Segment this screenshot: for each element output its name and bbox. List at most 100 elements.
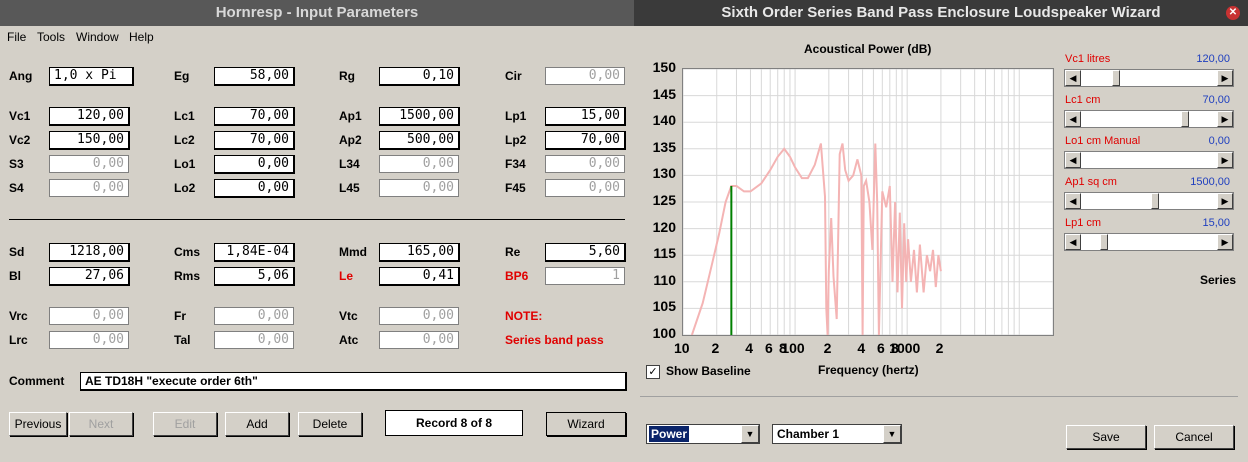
scroll-left-icon[interactable]: ◀ (1065, 152, 1081, 168)
menu-window[interactable]: Window (76, 30, 119, 44)
input-parameters-window: Hornresp - Input Parameters File Tools W… (0, 0, 634, 462)
delete-button[interactable]: Delete (298, 412, 362, 436)
tal-field: 0,00 (214, 331, 294, 349)
show-baseline-checkbox[interactable]: ✓ (646, 365, 660, 379)
x-tick-label: 4 (857, 340, 866, 356)
save-button[interactable]: Save (1066, 425, 1146, 449)
scroll-right-icon[interactable]: ▶ (1217, 193, 1233, 209)
chamber-select[interactable]: Chamber 1 ▼ (772, 424, 902, 444)
menu-help[interactable]: Help (129, 30, 154, 44)
vc1-field[interactable]: 120,00 (49, 107, 130, 126)
eg-field[interactable]: 58,00 (214, 67, 295, 86)
label-s4: S4 (9, 181, 24, 195)
x-tick-label: 2 (823, 340, 832, 356)
bp6-field: 1 (545, 267, 625, 285)
y-tick-label: 115 (653, 245, 676, 262)
ap1-field[interactable]: 1500,00 (379, 107, 460, 126)
f45-field: 0,00 (545, 179, 625, 197)
x-tick-label: 4 (745, 340, 754, 356)
label-lo2: Lo2 (174, 181, 196, 195)
cancel-button[interactable]: Cancel (1154, 425, 1234, 449)
output-type-select[interactable]: Power ▼ (646, 424, 760, 444)
lrc-field: 0,00 (49, 331, 129, 349)
slider-ap1[interactable]: ◀ ▶ (1064, 192, 1234, 210)
wizard-button[interactable]: Wizard (546, 412, 626, 436)
bl-field[interactable]: 27,06 (49, 267, 130, 286)
label-mmd: Mmd (339, 245, 367, 259)
label-lc1: Lc1 (174, 109, 195, 123)
next-button[interactable]: Next (69, 412, 133, 436)
slider-thumb[interactable] (1151, 193, 1160, 209)
label-ang: Ang (9, 69, 33, 83)
x-tick-label: 2 (935, 340, 944, 356)
lo1-field[interactable]: 0,00 (214, 155, 295, 174)
scroll-right-icon[interactable]: ▶ (1217, 111, 1233, 127)
lp2-field[interactable]: 70,00 (545, 131, 626, 150)
slider-lo1[interactable]: ◀ ▶ (1064, 151, 1234, 169)
re-field[interactable]: 5,60 (545, 243, 626, 262)
y-tick-label: 135 (652, 138, 676, 155)
menu-tools[interactable]: Tools (37, 30, 65, 44)
vc2-field[interactable]: 150,00 (49, 131, 130, 150)
window-title: Hornresp - Input Parameters (0, 0, 634, 26)
x-tick-label: 6 (877, 340, 885, 356)
label-l45: L45 (339, 181, 360, 195)
y-tick-label: 140 (652, 112, 676, 129)
slider-thumb[interactable] (1111, 70, 1120, 86)
rg-field[interactable]: 0,10 (379, 67, 460, 86)
slider-lp1[interactable]: ◀ ▶ (1064, 233, 1234, 251)
mmd-field[interactable]: 165,00 (379, 243, 460, 262)
y-tick-label: 130 (652, 165, 676, 182)
record-indicator: Record 8 of 8 (385, 410, 523, 436)
s3-field: 0,00 (49, 155, 129, 173)
plot-area (682, 68, 1054, 336)
previous-button[interactable]: Previous (9, 412, 67, 436)
edit-button[interactable]: Edit (153, 412, 217, 436)
x-tick-label: 100 (781, 340, 805, 356)
cms-field[interactable]: 1,84E-04 (214, 243, 295, 262)
slider-lo1-value: 0,00 (1208, 135, 1230, 147)
slider-thumb[interactable] (1100, 234, 1109, 250)
scroll-left-icon[interactable]: ◀ (1065, 111, 1081, 127)
note-label: NOTE: (505, 309, 543, 323)
chevron-down-icon[interactable]: ▼ (883, 425, 901, 443)
lc1-field[interactable]: 70,00 (214, 107, 295, 126)
sd-field[interactable]: 1218,00 (49, 243, 130, 262)
ang-field[interactable]: 1,0 x Pi (49, 67, 134, 86)
label-cir: Cir (505, 69, 522, 83)
label-sd: Sd (9, 245, 25, 259)
rms-field[interactable]: 5,06 (214, 267, 295, 286)
label-vc2: Vc2 (9, 133, 31, 147)
l34-field: 0,00 (379, 155, 459, 173)
chamber-value: Chamber 1 (777, 427, 840, 441)
wizard-title: Sixth Order Series Band Pass Enclosure L… (634, 0, 1248, 26)
lc2-field[interactable]: 70,00 (214, 131, 295, 150)
scroll-right-icon[interactable]: ▶ (1217, 152, 1233, 168)
comment-field[interactable]: AE TD18H "execute order 6th" (80, 372, 627, 391)
add-button[interactable]: Add (225, 412, 289, 436)
output-type-value: Power (649, 426, 690, 442)
scroll-left-icon[interactable]: ◀ (1065, 193, 1081, 209)
y-tick-label: 110 (653, 271, 676, 288)
scroll-left-icon[interactable]: ◀ (1065, 70, 1081, 86)
y-tick-label: 125 (652, 192, 676, 208)
scroll-left-icon[interactable]: ◀ (1065, 234, 1081, 250)
y-tick-label: 120 (652, 218, 676, 235)
f34-field: 0,00 (545, 155, 625, 173)
menu-file[interactable]: File (7, 30, 26, 44)
ap2-field[interactable]: 500,00 (379, 131, 460, 150)
label-vc1: Vc1 (9, 109, 31, 123)
label-vtc: Vtc (339, 309, 358, 323)
scroll-right-icon[interactable]: ▶ (1217, 70, 1233, 86)
slider-lc1[interactable]: ◀ ▶ (1064, 110, 1234, 128)
x-tick-label: 2 (711, 340, 720, 356)
lp1-field[interactable]: 15,00 (545, 107, 626, 126)
scroll-right-icon[interactable]: ▶ (1217, 234, 1233, 250)
slider-thumb[interactable] (1180, 111, 1189, 127)
slider-vc1[interactable]: ◀ ▶ (1064, 69, 1234, 87)
le-field[interactable]: 0,41 (379, 267, 460, 286)
chevron-down-icon[interactable]: ▼ (741, 425, 759, 443)
lo2-field[interactable]: 0,00 (214, 179, 295, 198)
close-icon[interactable]: ✕ (1226, 6, 1240, 20)
slider-lc1-label: Lc1 cm (1065, 94, 1101, 106)
